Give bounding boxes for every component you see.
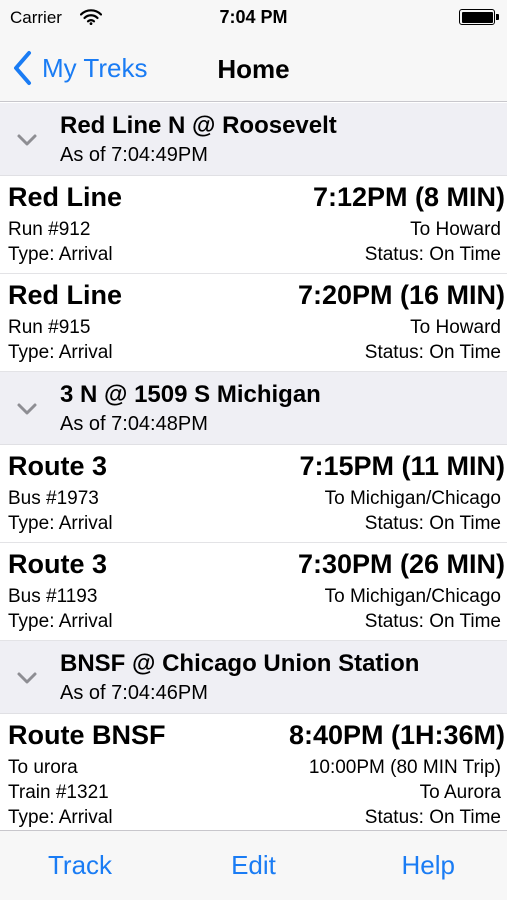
section-updated-time: As of 7:04:48PM [60,413,208,435]
bus-number: Bus #1193 [8,586,98,607]
trip-duration: 10:00PM (80 MIN Trip) [308,757,501,778]
bottom-toolbar: Track Edit Help [0,830,507,900]
arrival-eta: 7:15PM (11 MIN) [299,451,505,481]
destination: To Michigan/Chicago [324,586,501,607]
section-header[interactable]: Red Line N @ Roosevelt As of 7:04:49PM [0,103,507,176]
arrival-type: Type: Arrival [8,244,113,265]
destination: To Howard [410,317,501,338]
status-time: 7:04 PM [219,7,288,27]
destination: To Michigan/Chicago [324,488,501,509]
chevron-down-icon[interactable] [16,402,38,416]
arrival-row[interactable]: Red Line 7:20PM (16 MIN) Run #915 Type: … [0,274,507,372]
section-title: BNSF @ Chicago Union Station [60,650,420,677]
route-name: Route 3 [8,451,108,481]
route-name: Red Line [8,182,123,212]
run-number: Run #912 [8,219,91,240]
section-title: 3 N @ 1509 S Michigan [60,381,321,408]
arrival-eta: 7:20PM (16 MIN) [297,280,505,310]
arrival-type: Type: Arrival [8,807,113,828]
section-header[interactable]: BNSF @ Chicago Union Station As of 7:04:… [0,641,507,714]
section-header[interactable]: 3 N @ 1509 S Michigan As of 7:04:48PM [0,372,507,445]
arrival-status: Status: On Time [364,611,501,632]
arrival-row[interactable]: Red Line 7:12PM (8 MIN) Run #912 Type: A… [0,176,507,274]
arrival-status: Status: On Time [364,513,501,534]
arrival-status: Status: On Time [364,342,501,363]
destination: To Aurora [419,782,501,803]
help-button[interactable]: Help [402,850,455,881]
route-name: Route BNSF [8,720,166,750]
arrival-row[interactable]: Route 3 7:30PM (26 MIN) Bus #1193 Type: … [0,543,507,641]
arrival-row[interactable]: Route 3 7:15PM (11 MIN) Bus #1973 Type: … [0,445,507,543]
section-title: Red Line N @ Roosevelt [60,112,337,139]
chevron-down-icon[interactable] [16,133,38,147]
arrival-type: Type: Arrival [8,513,113,534]
arrival-status: Status: On Time [364,244,501,265]
route-name: Route 3 [8,549,108,579]
bus-number: Bus #1973 [8,488,99,509]
arrival-eta: 8:40PM (1H:36M) [288,720,505,750]
page-title: Home [217,54,290,84]
destination: To Howard [410,219,501,240]
route-name: Red Line [8,280,123,310]
chevron-down-icon[interactable] [16,671,38,685]
train-number: Train #1321 [8,782,109,803]
arrival-row[interactable]: Route BNSF 8:40PM (1H:36M) To urora Trai… [0,714,507,830]
arrival-type: Type: Arrival [8,611,113,632]
arrival-status: Status: On Time [364,807,501,828]
arrival-eta: 7:12PM (8 MIN) [312,182,505,212]
battery-icon [459,9,499,25]
arrival-type: Type: Arrival [8,342,113,363]
arrival-eta: 7:30PM (26 MIN) [297,549,505,579]
section-updated-time: As of 7:04:46PM [60,682,208,704]
trip-origin: To urora [8,757,78,778]
navigation-bar: My Treks Home [0,36,507,102]
treks-list[interactable]: Red Line N @ Roosevelt As of 7:04:49PM R… [0,103,507,830]
section-updated-time: As of 7:04:49PM [60,144,208,166]
status-bar: Carrier 7:04 PM [0,0,507,36]
run-number: Run #915 [8,317,91,338]
